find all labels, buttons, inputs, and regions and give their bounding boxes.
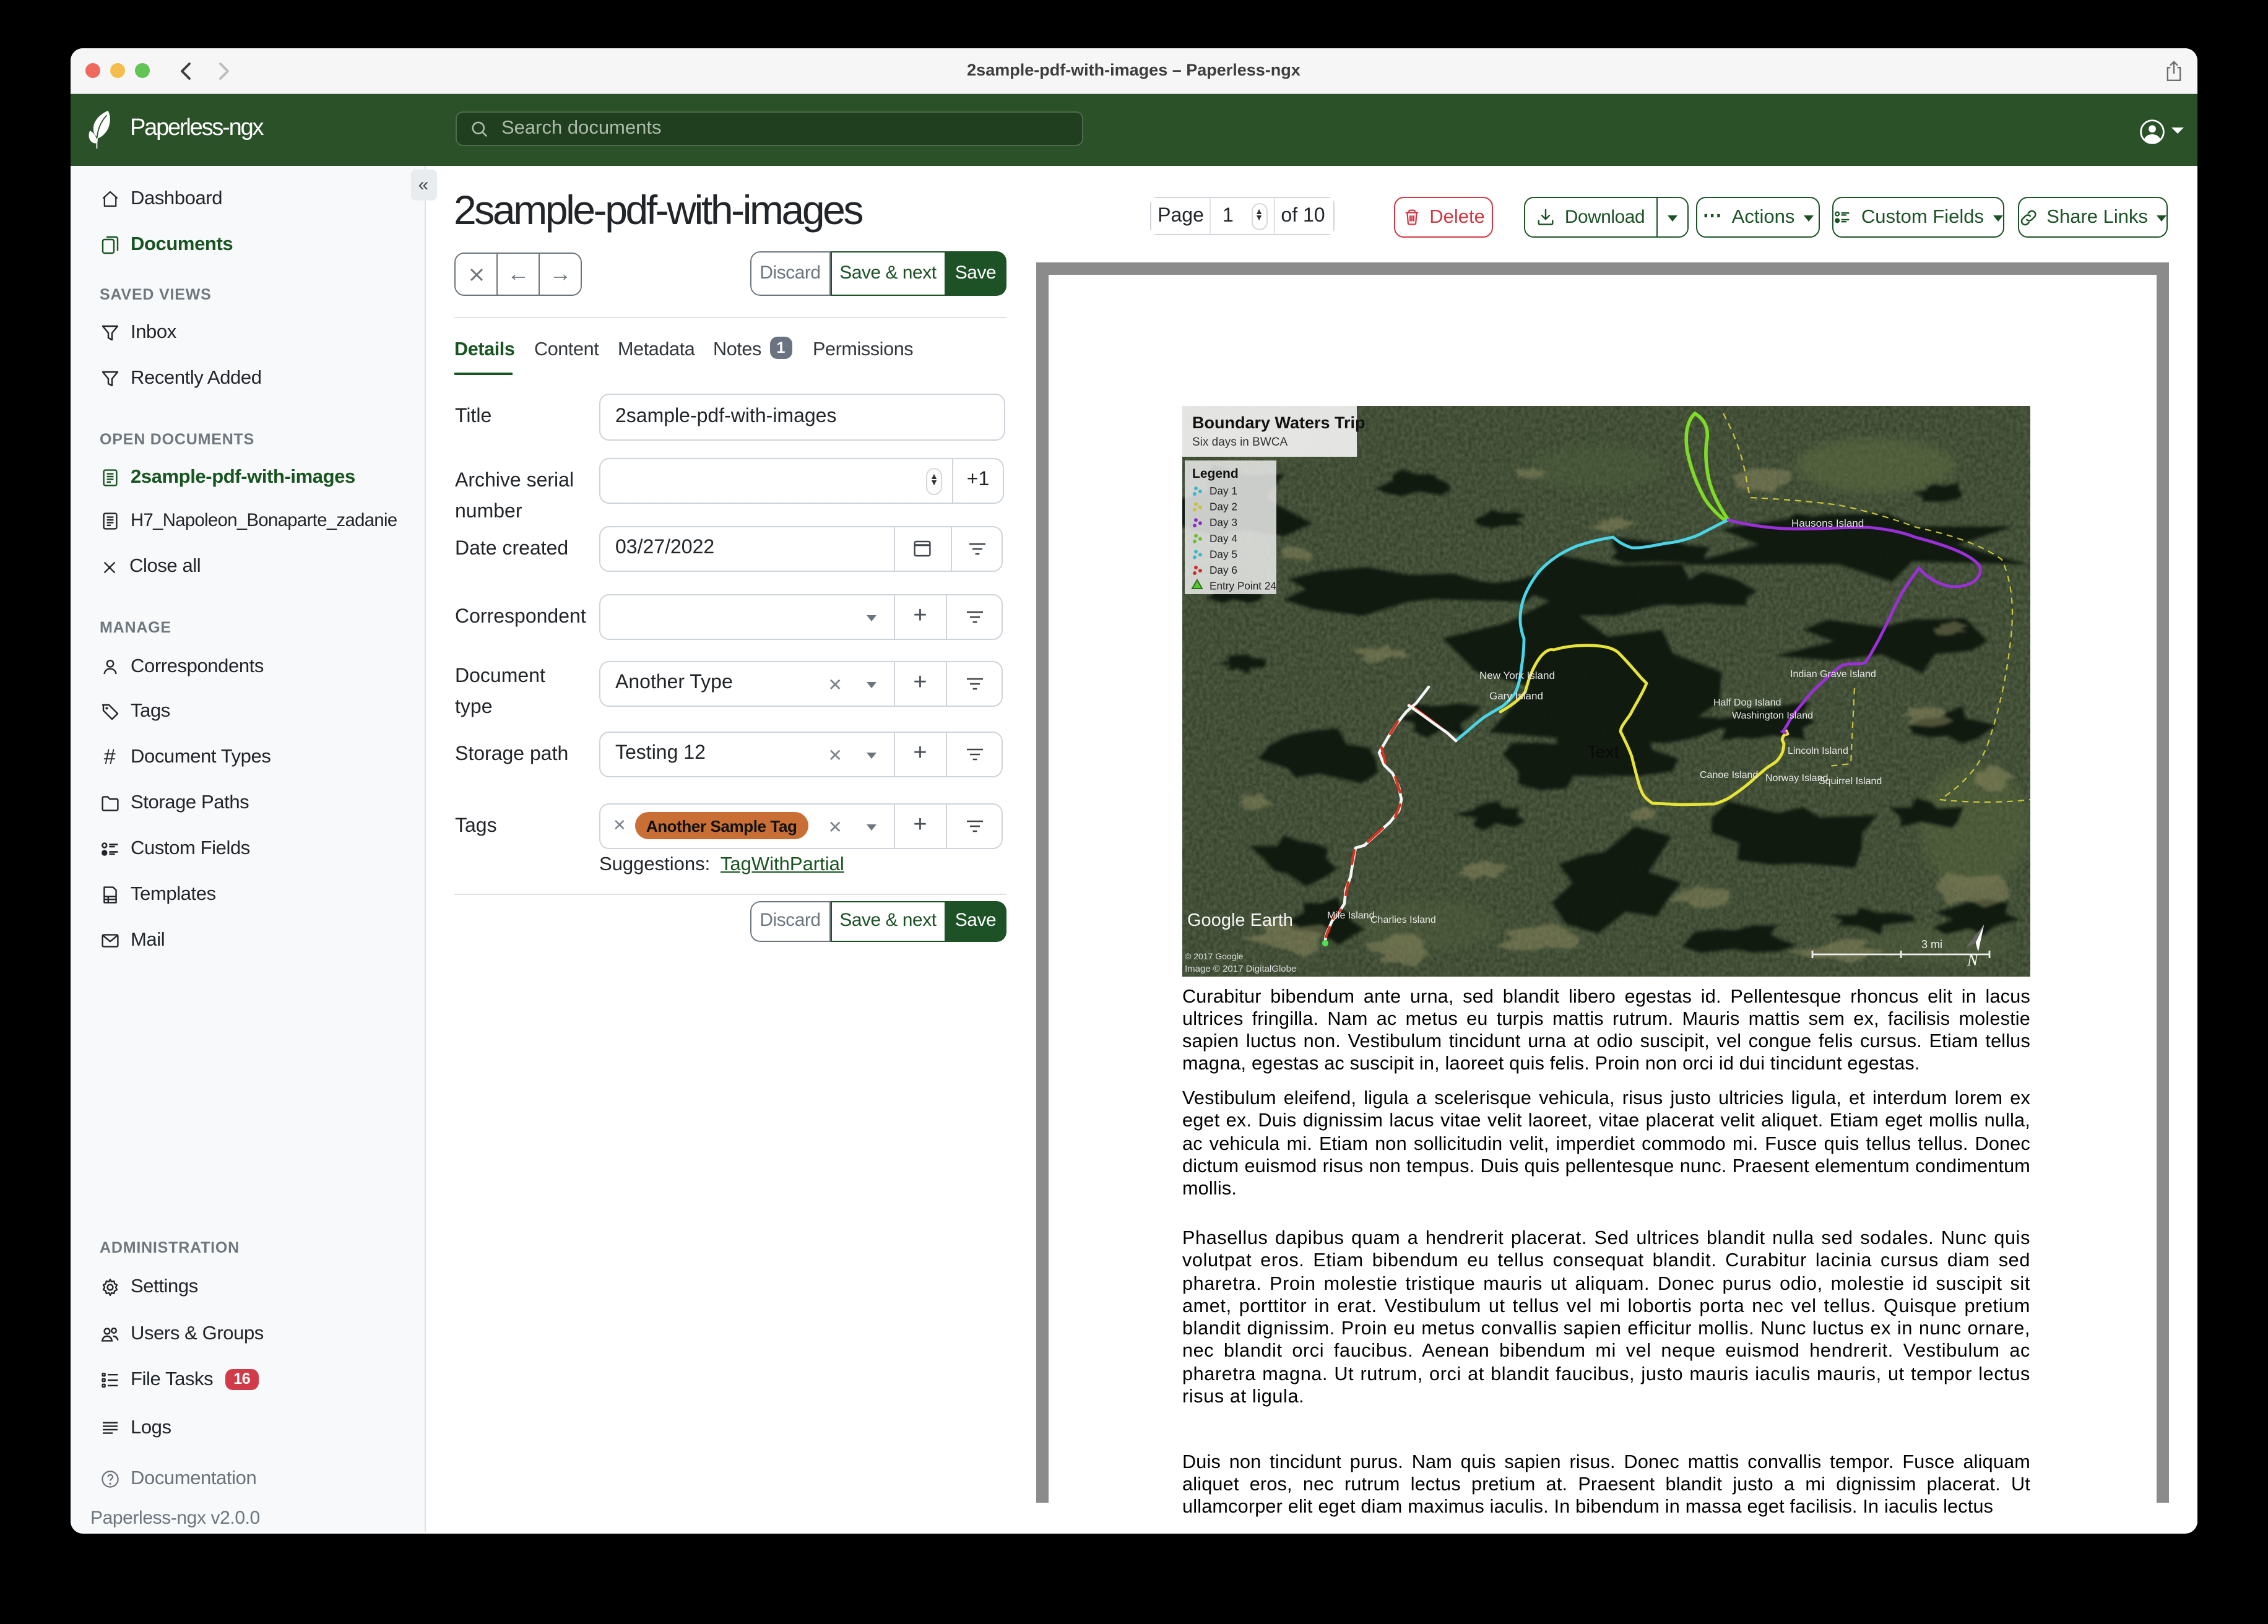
svg-text:Mile Island: Mile Island [1327,910,1374,920]
svg-text:© 2017 Google: © 2017 Google [1185,951,1244,961]
svg-text:Day 5: Day 5 [1210,547,1237,559]
svg-text:Canoe Island: Canoe Island [1700,769,1758,780]
svg-text:Text: Text [1587,741,1619,761]
svg-text:Boundary Waters Trip: Boundary Waters Trip [1192,413,1366,431]
svg-text:Six days in BWCA: Six days in BWCA [1192,435,1288,448]
svg-text:Day 6: Day 6 [1210,563,1237,576]
svg-text:Half Dog Island: Half Dog Island [1713,697,1781,707]
svg-text:Indian Grave Island: Indian Grave Island [1790,668,1876,679]
svg-text:Day 2: Day 2 [1210,500,1237,512]
svg-text:Washington Island: Washington Island [1732,710,1813,720]
svg-text:Google Earth: Google Earth [1187,910,1293,930]
svg-text:Charlies Island: Charlies Island [1370,914,1436,925]
svg-text:Legend: Legend [1192,466,1239,480]
svg-text:Squirrel Island: Squirrel Island [1819,775,1882,786]
svg-text:N: N [1967,951,1979,969]
svg-text:Day 3: Day 3 [1210,516,1237,528]
svg-text:Lincoln Island: Lincoln Island [1788,745,1848,756]
svg-text:Hausons Island: Hausons Island [1791,517,1864,529]
svg-text:New York Island: New York Island [1479,669,1555,681]
svg-text:Entry Point 24: Entry Point 24 [1210,579,1276,592]
svg-text:3 mi: 3 mi [1921,938,1942,950]
svg-text:Gary Island: Gary Island [1489,689,1543,701]
svg-text:Day 4: Day 4 [1210,532,1237,544]
svg-text:Day 1: Day 1 [1210,484,1237,496]
svg-text:Image © 2017 DigitalGlobe: Image © 2017 DigitalGlobe [1185,963,1296,974]
